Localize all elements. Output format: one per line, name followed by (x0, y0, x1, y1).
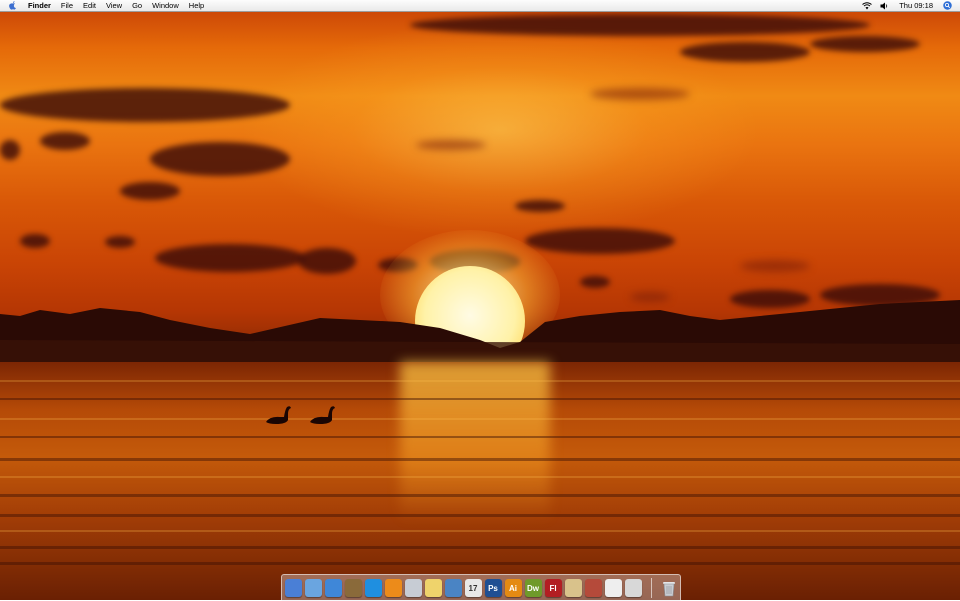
menu-file[interactable]: File (56, 0, 78, 11)
cloud (515, 200, 565, 212)
cloud (416, 140, 486, 150)
spotlight-search-icon[interactable] (939, 1, 960, 10)
water-ripple (0, 458, 960, 461)
cloud (810, 36, 920, 52)
cloud (525, 228, 675, 254)
cloud (580, 276, 610, 288)
menu-bar: Finder File Edit View Go Window Help Thu… (0, 0, 960, 12)
water-ripple (0, 418, 960, 420)
dock-item-label: Dw (527, 583, 539, 593)
flash-icon[interactable]: Fl (544, 579, 562, 597)
dock-item-label: Fl (549, 583, 557, 593)
desktop (0, 0, 960, 600)
cloud (105, 236, 135, 248)
water-ripple (0, 476, 960, 478)
notes-icon[interactable] (424, 579, 442, 597)
menu-view[interactable]: View (101, 0, 127, 11)
cloud (155, 244, 305, 272)
cloud (0, 88, 290, 122)
volume-icon[interactable] (876, 2, 893, 10)
cloud (150, 142, 290, 176)
photoshop-icon[interactable]: Ps (484, 579, 502, 597)
wifi-icon[interactable] (858, 1, 876, 10)
swan-silhouette (266, 406, 291, 424)
vlc-cone-icon[interactable] (384, 579, 402, 597)
cloud (680, 42, 810, 62)
calendar-icon[interactable]: 17 (464, 579, 482, 597)
menu-clock[interactable]: Thu 09:18 (893, 1, 939, 10)
cloud (740, 260, 810, 272)
water-ripple (0, 530, 960, 532)
dock-item-label: Ps (488, 583, 498, 593)
menu-edit[interactable]: Edit (78, 0, 101, 11)
menu-help[interactable]: Help (184, 0, 209, 11)
itunes-music-icon[interactable] (324, 579, 342, 597)
blue-circle-app-icon[interactable] (364, 579, 382, 597)
cloud (40, 132, 90, 150)
water-ripple (0, 562, 960, 565)
water-ripple (0, 380, 960, 382)
water-ripple (0, 494, 960, 497)
safari-compass-icon[interactable] (304, 579, 322, 597)
trash-can-icon[interactable] (661, 579, 678, 597)
illustrator-icon[interactable]: Ai (504, 579, 522, 597)
apple-logo-icon[interactable] (0, 1, 23, 10)
apple-prefs-icon[interactable] (624, 579, 642, 597)
swan-silhouette (310, 406, 335, 424)
dreamweaver-icon[interactable]: Dw (524, 579, 542, 597)
dock-item-label: 17 (468, 583, 478, 593)
dashboard-gauge-icon[interactable] (444, 579, 462, 597)
cloud (590, 88, 690, 100)
sun-reflection (400, 362, 550, 522)
cloud (410, 14, 870, 36)
water-ripple (0, 398, 960, 400)
cloud (0, 140, 20, 160)
dock-item-label: Ai (509, 583, 517, 593)
menu-window[interactable]: Window (147, 0, 184, 11)
cloud (298, 248, 356, 274)
dock-separator (650, 578, 652, 598)
document-icon[interactable] (604, 579, 622, 597)
menu-go[interactable]: Go (127, 0, 147, 11)
water-ripple (0, 436, 960, 438)
preview-photo-icon[interactable] (344, 579, 362, 597)
finder-icon[interactable] (284, 579, 302, 597)
water-ripple (0, 546, 960, 549)
cloud (120, 182, 180, 200)
mail-pen-icon[interactable] (404, 579, 422, 597)
package-icon[interactable] (564, 579, 582, 597)
menu-app-name[interactable]: Finder (23, 0, 56, 11)
menu-status-area: Thu 09:18 (858, 0, 960, 11)
tools-icon[interactable] (584, 579, 602, 597)
cloud (20, 234, 50, 248)
water-ripple (0, 514, 960, 517)
dock: 17 Ps Ai Dw Fl (281, 574, 681, 601)
